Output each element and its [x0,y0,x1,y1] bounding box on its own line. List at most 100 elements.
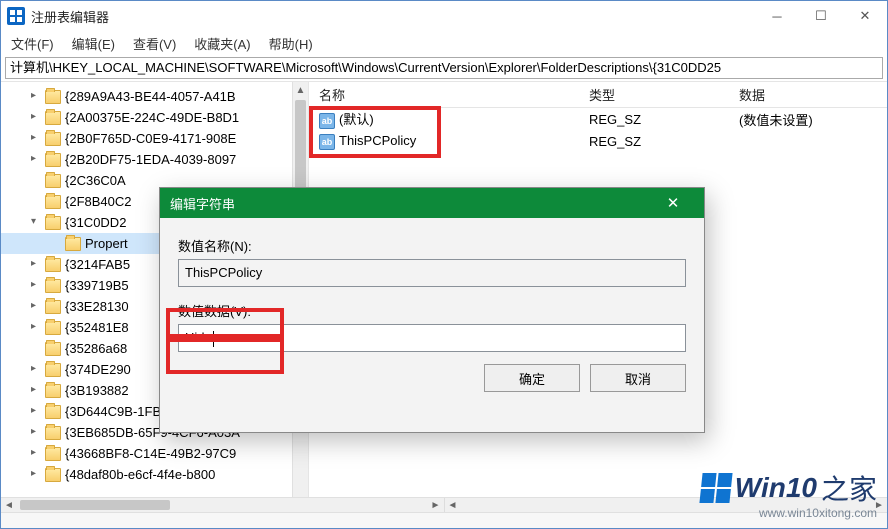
title-bar: 注册表编辑器 ─ ☐ ✕ [1,1,887,31]
value-name: ThisPCPolicy [339,133,416,148]
tree-item-label: {3214FAB5 [65,257,130,272]
tree-item[interactable]: ▸ {43668BF8-C14E-49B2-97C9 [1,443,308,464]
path-input[interactable]: 计算机\HKEY_LOCAL_MACHINE\SOFTWARE\Microsof… [5,57,883,79]
value-type: REG_SZ [579,112,729,127]
watermark-brand: Win10 [735,472,817,504]
tree-item-label: {352481E8 [65,320,129,335]
chevron-right-icon[interactable]: ▸ [31,447,45,458]
regedit-icon [7,7,25,25]
chevron-right-icon[interactable]: ▸ [31,90,45,101]
windows-logo-icon [699,473,732,503]
folder-icon [45,258,61,272]
folder-icon [45,111,61,125]
tree-item-label: {2A00375E-224C-49DE-B8D1 [65,110,239,125]
chevron-right-icon[interactable]: ▸ [31,279,45,290]
watermark-tail: 之家 [821,468,877,508]
folder-icon [45,447,61,461]
chevron-right-icon[interactable]: ▸ [31,363,45,374]
scroll-thumb[interactable] [20,500,170,510]
menu-file[interactable]: 文件(F) [7,32,58,55]
dialog-title: 编辑字符串 [170,194,235,213]
tree-item-label: Propert [85,236,128,251]
tree-item[interactable]: ▸ {2A00375E-224C-49DE-B8D1 [1,107,308,128]
chevron-right-icon[interactable]: ▸ [31,258,45,269]
tree-item-label: {2C36C0A [65,173,126,188]
chevron-right-icon[interactable]: ▸ [31,300,45,311]
folder-icon [45,153,61,167]
dialog-titlebar: 编辑字符串 ✕ [160,188,704,218]
folder-icon [45,468,61,482]
folder-icon [45,195,61,209]
value-name-label: 数值名称(N): [178,236,686,255]
chevron-right-icon[interactable]: ▸ [31,132,45,143]
tree-item-label: {48daf80b-e6cf-4f4e-b800 [65,467,215,482]
folder-icon [45,405,61,419]
watermark: Win10之家 www.win10xitong.com [701,468,877,520]
close-button[interactable]: ✕ [843,1,887,31]
scroll-left-icon[interactable]: ◄ [1,498,17,512]
folder-icon [45,174,61,188]
tree-item[interactable]: ▸ {2B0F765D-C0E9-4171-908E [1,128,308,149]
scroll-right-icon[interactable]: ► [428,498,444,512]
value-type: REG_SZ [579,134,729,149]
tree-item-label: {31C0DD2 [65,215,126,230]
chevron-right-icon[interactable]: ▸ [31,321,45,332]
maximize-button[interactable]: ☐ [799,1,843,31]
list-header: 名称 类型 数据 [309,82,887,108]
tree-item-label: {2B20DF75-1EDA-4039-8097 [65,152,236,167]
scroll-up-icon[interactable]: ▲ [293,82,308,98]
chevron-right-icon[interactable]: ▸ [31,405,45,416]
watermark-url: www.win10xitong.com [701,506,877,520]
col-name[interactable]: 名称 [309,85,579,104]
list-row[interactable]: ab ThisPCPolicy REG_SZ [309,130,887,152]
tree-item-label: {33E28130 [65,299,129,314]
menu-edit[interactable]: 编辑(E) [68,32,119,55]
menu-view[interactable]: 查看(V) [129,32,180,55]
folder-icon [45,132,61,146]
tree-item[interactable]: ▸ {2B20DF75-1EDA-4039-8097 [1,149,308,170]
list-row[interactable]: ab(默认)REG_SZ(数值未设置) [309,108,887,130]
chevron-right-icon[interactable]: ▸ [31,384,45,395]
address-bar: 计算机\HKEY_LOCAL_MACHINE\SOFTWARE\Microsof… [1,55,887,81]
value-data: (数值未设置) [729,110,887,129]
tree-item[interactable]: ▸ {289A9A43-BE44-4057-A41B [1,86,308,107]
cancel-button[interactable]: 取消 [590,364,686,392]
col-type[interactable]: 类型 [579,85,729,104]
minimize-button[interactable]: ─ [755,1,799,31]
window-title: 注册表编辑器 [31,7,109,26]
window-controls: ─ ☐ ✕ [755,1,887,31]
value-name-field[interactable]: ThisPCPolicy [178,259,686,287]
string-value-icon: ab [319,134,335,150]
chevron-right-icon[interactable]: ▸ [31,111,45,122]
tree-item[interactable]: ▸ {48daf80b-e6cf-4f4e-b800 [1,464,308,485]
text-caret [213,331,214,347]
menu-fav[interactable]: 收藏夹(A) [190,32,254,55]
tree-item-label: {2B0F765D-C0E9-4171-908E [65,131,236,146]
chevron-right-icon[interactable]: ▸ [31,153,45,164]
folder-icon [45,216,61,230]
dialog-close-button[interactable]: ✕ [652,188,694,218]
value-data-label: 数值数据(V): [178,301,686,320]
tree-item-label: {3B193882 [65,383,129,398]
folder-icon [65,237,81,251]
menu-bar: 文件(F) 编辑(E) 查看(V) 收藏夹(A) 帮助(H) [1,31,887,55]
chevron-right-icon[interactable]: ▸ [31,426,45,437]
chevron-right-icon[interactable]: ▸ [31,468,45,479]
ok-button[interactable]: 确定 [484,364,580,392]
chevron-down-icon[interactable]: ▾ [31,216,45,227]
edit-string-dialog: 编辑字符串 ✕ 数值名称(N): ThisPCPolicy 数值数据(V): H… [159,187,705,433]
menu-help[interactable]: 帮助(H) [265,32,317,55]
folder-icon [45,363,61,377]
tree-item-label: {374DE290 [65,362,131,377]
folder-icon [45,90,61,104]
tree-item-label: {43668BF8-C14E-49B2-97C9 [65,446,236,461]
tree-item-label: {289A9A43-BE44-4057-A41B [65,89,236,104]
folder-icon [45,342,61,356]
folder-icon [45,279,61,293]
tree-item-label: {2F8B40C2 [65,194,132,209]
scroll-left-icon[interactable]: ◄ [445,498,461,512]
folder-icon [45,300,61,314]
string-value-icon: ab [319,113,335,129]
col-data[interactable]: 数据 [729,85,887,104]
value-data-field[interactable]: Hide [178,324,686,352]
